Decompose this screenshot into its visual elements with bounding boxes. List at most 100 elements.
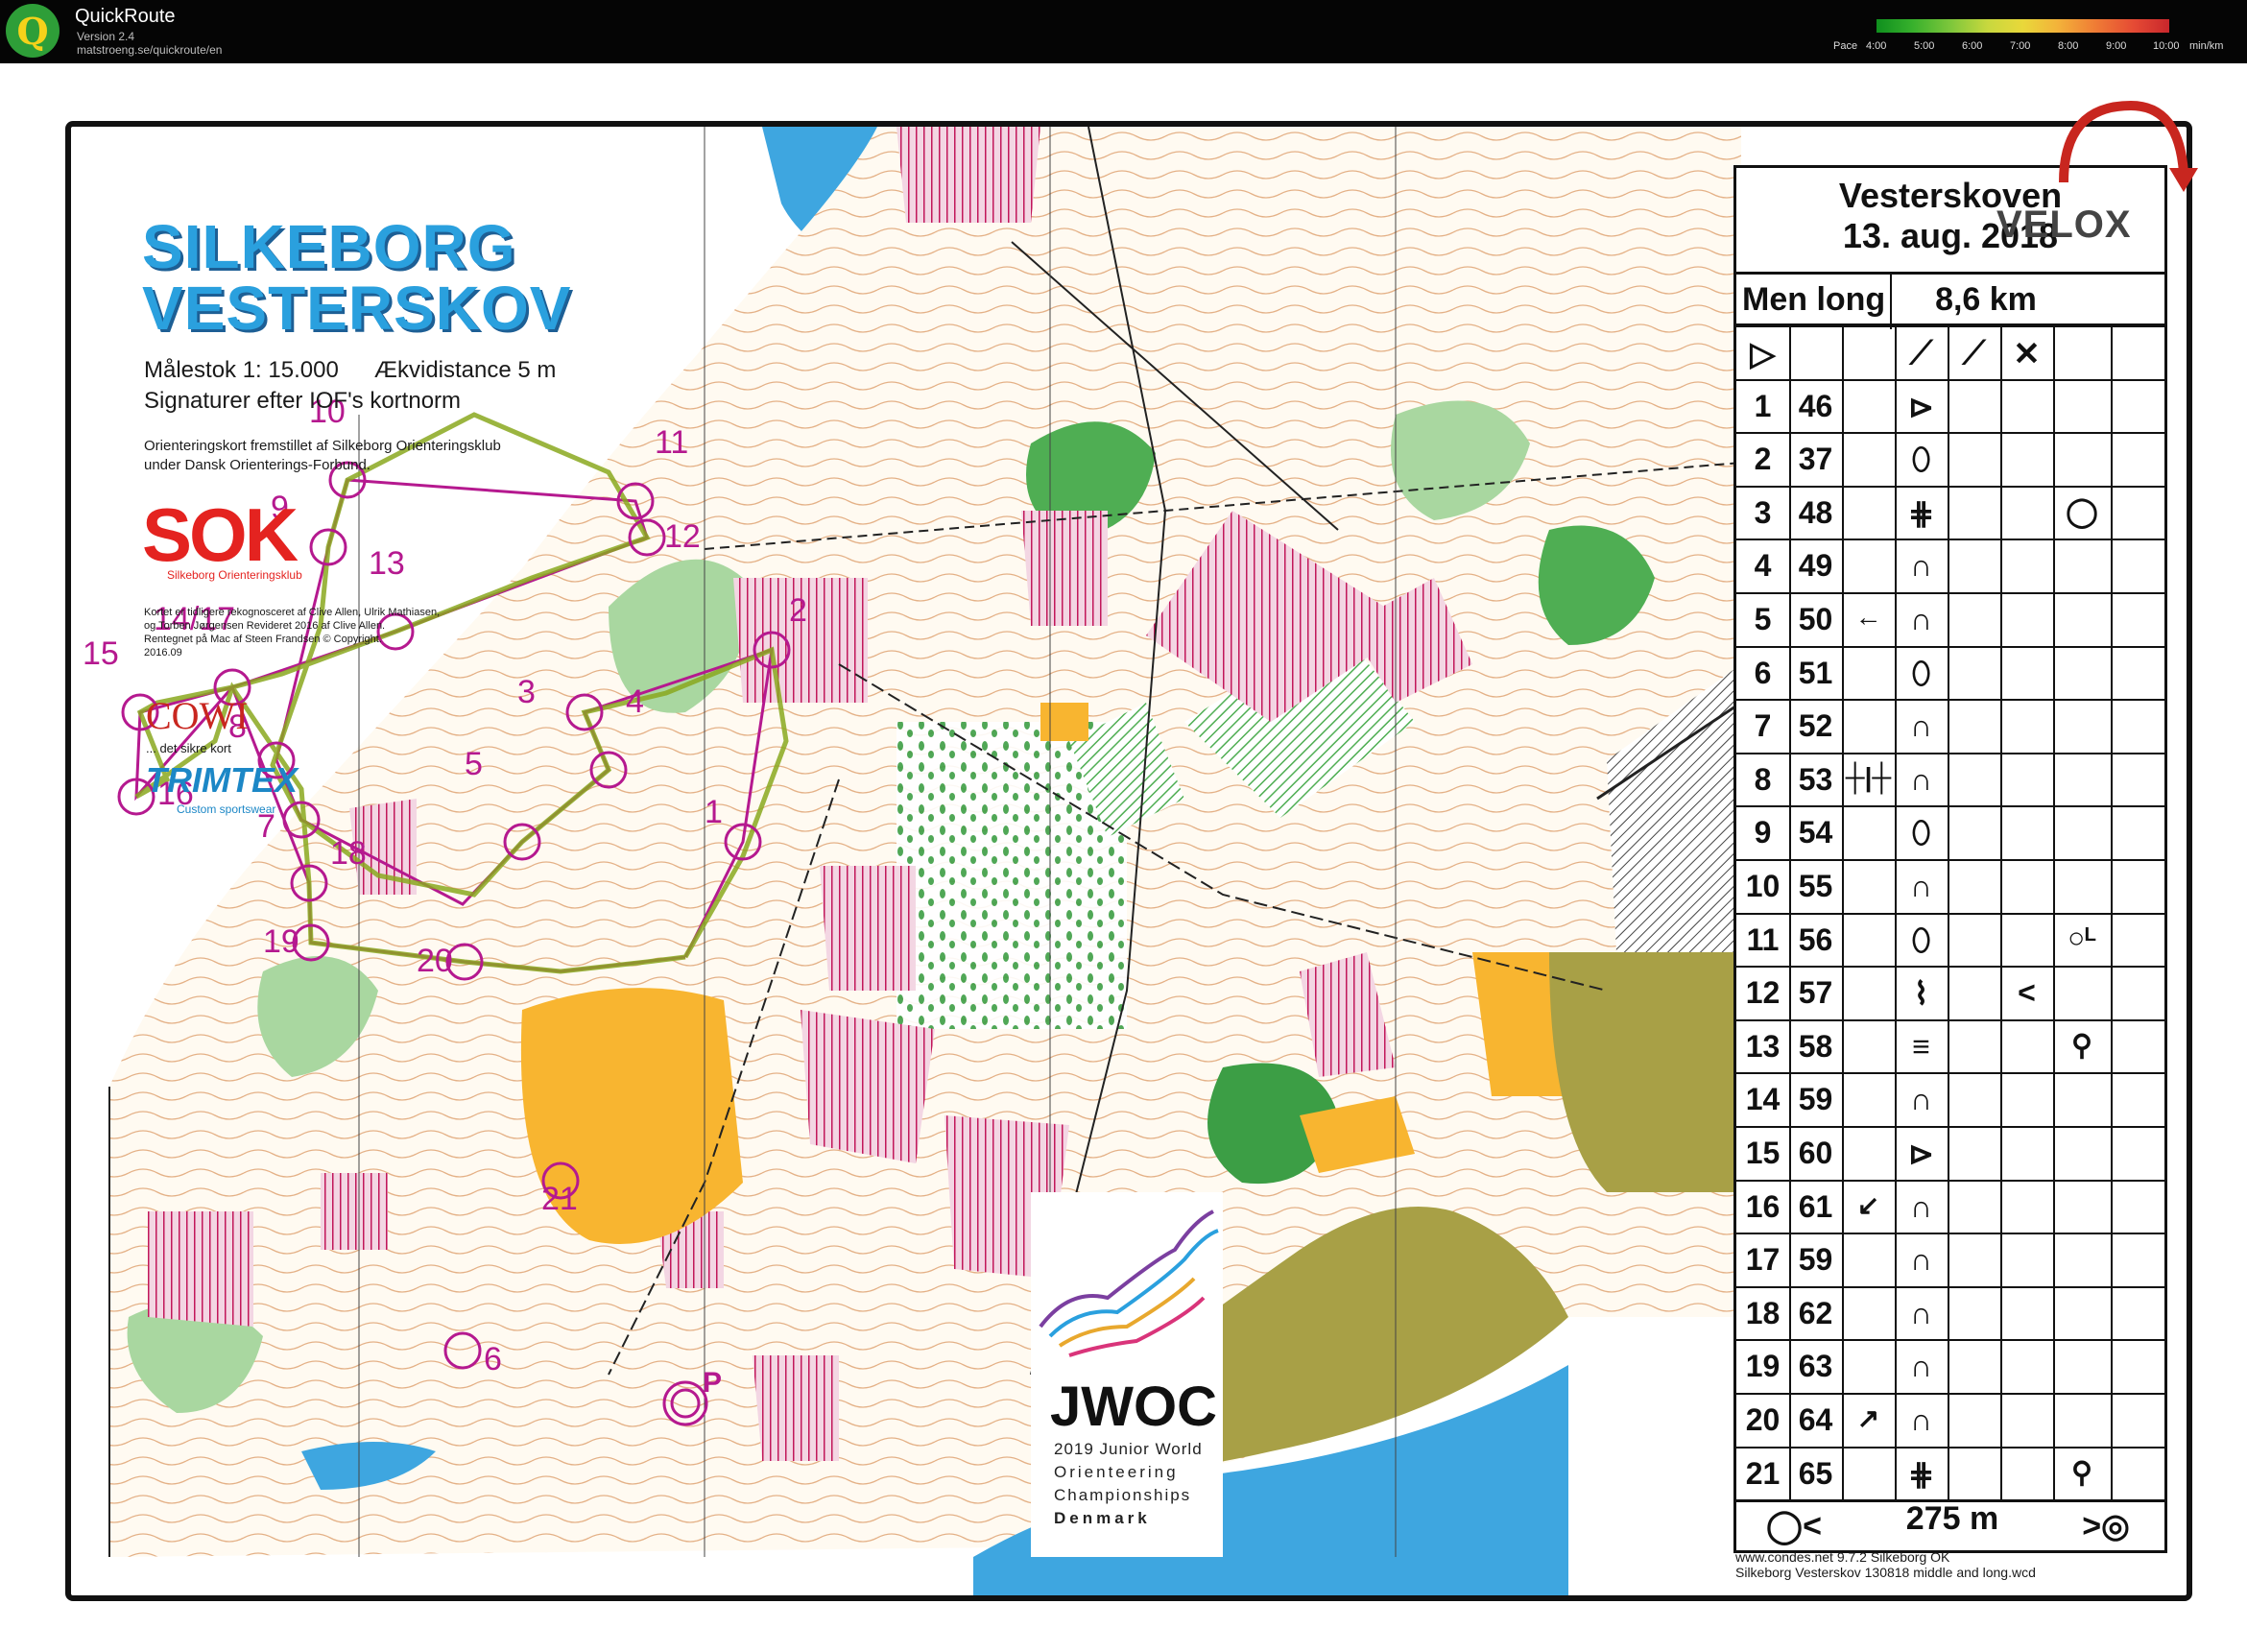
orienteering-map[interactable]: 1 2 3 4 5 6 7 8 9 10 11 12 13 14/17 15 16 18 19 20 21 P SILK… [65, 121, 2192, 1601]
finish-distance: 275 m [1905, 1500, 1999, 1537]
map-title-line-2: VESTERSKOV [142, 274, 572, 343]
feature-symbol-icon: ⬯ [1911, 442, 1931, 477]
control-number: 12 [664, 518, 701, 555]
control-seq-number: 13 [1745, 1028, 1781, 1064]
control-code: 56 [1798, 922, 1833, 957]
control-code: 65 [1798, 1455, 1833, 1491]
direction-symbol-icon: ⟋ [1962, 335, 1986, 371]
feature-symbol-icon: ∩ [1909, 1242, 1933, 1278]
feature-symbol-icon: ⬯ [1911, 655, 1931, 690]
control-number: 3 [517, 674, 536, 710]
control-code: 57 [1798, 975, 1833, 1011]
detail-symbol-icon: < [2018, 975, 2036, 1011]
control-number: 21 [541, 1181, 578, 1217]
map-made-by-2: under Dansk Orienterings-Forbund. [144, 457, 371, 473]
feature-symbol-icon: ∩ [1909, 708, 1933, 744]
pace-color-scale [1876, 19, 2169, 33]
trimtex-subtitle: Custom sportswear [177, 802, 276, 816]
control-seq-number: 3 [1754, 494, 1772, 530]
map-credits-3: Rentegnet på Mac af Steen Frandsen © Cop… [144, 634, 382, 645]
control-number: 6 [484, 1341, 502, 1377]
control-number: 15 [83, 635, 119, 672]
map-credits-1: Kortet er tidligere rekognosceret af Cli… [144, 607, 441, 618]
control-number: 20 [417, 943, 453, 979]
pace-label: Pace [1833, 40, 1858, 52]
velox-logo: VELOX [1996, 204, 2132, 246]
feature-symbol-icon: ∩ [1909, 869, 1933, 903]
control-number: 13 [369, 545, 405, 582]
location-symbol-icon: ⚲ [2071, 1456, 2092, 1489]
pace-tick: 8:00 [2058, 40, 2079, 52]
control-number: 19 [263, 923, 299, 960]
which-feature-icon: ┼|┼ [1845, 761, 1892, 792]
feature-symbol-icon: ∩ [1909, 1349, 1933, 1384]
control-number: 4 [626, 683, 644, 720]
control-number: 1 [705, 794, 723, 830]
map-made-by-1: Orienteringskort fremstillet af Silkebor… [144, 438, 501, 454]
control-code: 51 [1798, 655, 1833, 690]
control-seq-number: 15 [1745, 1136, 1781, 1170]
feature-symbol-icon: ∩ [1909, 761, 1933, 797]
control-code: 63 [1798, 1349, 1833, 1384]
control-description-sheet: Vesterskoven 13. aug. 2018 Men long 8,6 … [1733, 165, 2167, 1553]
feature-symbol-icon: ⊳ [1908, 1137, 1934, 1171]
control-code: 53 [1798, 761, 1833, 797]
app-title: QuickRoute [75, 6, 176, 27]
control-seq-number: 5 [1754, 602, 1772, 636]
control-code: 61 [1798, 1188, 1833, 1224]
start-symbol-icon: ▷ [1750, 336, 1776, 372]
which-feature-icon: ↙ [1856, 1189, 1880, 1220]
control-seq-number: 7 [1754, 708, 1772, 744]
control-code: 48 [1798, 494, 1833, 530]
finish-circle[interactable] [670, 1388, 701, 1419]
software-credit-2: Silkeborg Vesterskov 130818 middle and l… [1735, 1565, 2036, 1580]
finish-start-icon: ◯< [1766, 1508, 1822, 1545]
control-seq-number: 21 [1745, 1455, 1781, 1491]
control-code: 52 [1798, 708, 1833, 744]
control-seq-number: 11 [1746, 922, 1780, 957]
control-seq-number: 2 [1754, 442, 1772, 477]
control-code: 62 [1798, 1295, 1833, 1330]
finish-label: P [703, 1367, 722, 1399]
feature-symbol-icon: ∩ [1909, 1402, 1933, 1437]
velox-arrow-icon [2059, 100, 2198, 192]
feature-symbol-icon: ∩ [1909, 1188, 1933, 1224]
control-circle[interactable] [443, 1331, 482, 1370]
control-code: 59 [1798, 1242, 1833, 1278]
cowi-logo: COWI [146, 694, 249, 737]
trimtex-logo: TRIMTEX [146, 760, 298, 800]
feature-symbol-icon: ⌇ [1913, 976, 1929, 1012]
jwoc-line-1: 2019 Junior World [1054, 1440, 1203, 1458]
map-contour-interval: Ækvidistance 5 m [374, 357, 557, 383]
pace-tick: 7:00 [2010, 40, 2031, 52]
finish-end-icon: >◎ [2082, 1508, 2130, 1545]
control-seq-number: 8 [1754, 761, 1772, 797]
control-number: 2 [789, 592, 807, 629]
pace-tick: 4:00 [1866, 40, 1887, 52]
feature-symbol-icon: ∩ [1909, 1082, 1933, 1117]
cowi-subtitle: ... det sikre kort [146, 741, 231, 755]
app-title-bar: Q QuickRoute Version 2.4 matstroeng.se/q… [0, 0, 2247, 63]
feature-symbol-icon: ∩ [1909, 602, 1933, 636]
control-seq-number: 17 [1745, 1242, 1781, 1278]
jwoc-line-2: Orienteering [1054, 1463, 1179, 1481]
control-seq-number: 9 [1754, 815, 1772, 850]
feature-symbol-icon: ∩ [1909, 548, 1933, 584]
app-url: matstroeng.se/quickroute/en [77, 43, 223, 57]
jwoc-logo-panel: JWOC 2019 Junior World Orienteering Cham… [1031, 1192, 1223, 1557]
jwoc-contour-graphic [1039, 1209, 1219, 1357]
map-scale: Målestok 1: 15.000 [144, 357, 339, 383]
control-seq-number: 18 [1745, 1295, 1781, 1330]
control-code: 59 [1798, 1082, 1833, 1117]
control-code: 60 [1798, 1136, 1833, 1170]
pace-tick: 10:00 [2153, 40, 2180, 52]
pace-unit: min/km [2189, 40, 2224, 52]
feature-symbol-icon: ⬯ [1911, 815, 1931, 850]
control-code: 50 [1798, 602, 1833, 636]
control-code: 54 [1798, 815, 1833, 850]
jwoc-line-4: Denmark [1054, 1509, 1151, 1527]
which-feature-icon: ↗ [1856, 1403, 1880, 1433]
crossing-symbol-icon: ✕ [2013, 336, 2041, 372]
map-credits-4: 2016.09 [144, 647, 182, 658]
control-number: 18 [330, 835, 367, 872]
